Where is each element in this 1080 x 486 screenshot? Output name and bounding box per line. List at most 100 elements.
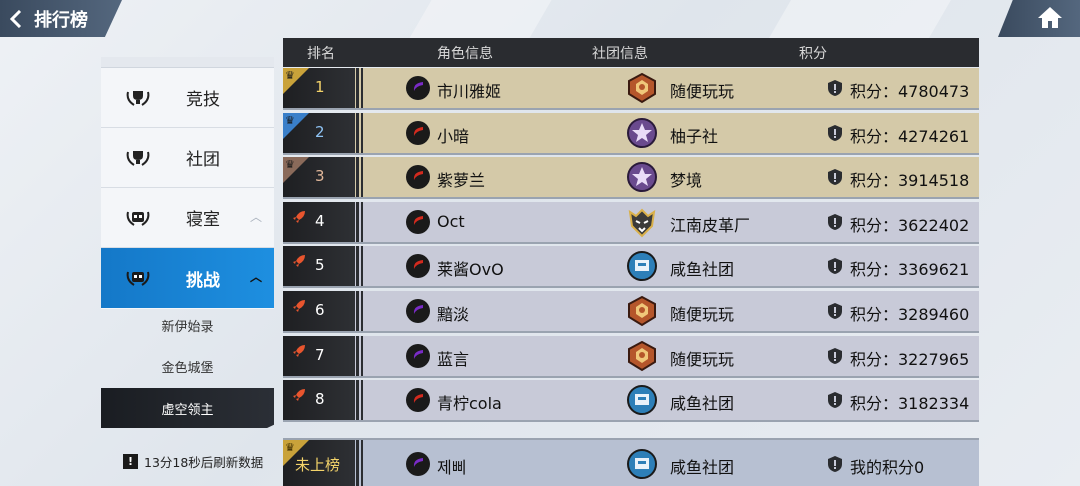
club-name: 咸鱼社团 [670, 394, 735, 414]
laurel-trophy-icon [123, 147, 153, 169]
score-shield-icon [826, 79, 844, 97]
chevron-up-icon: ︿ [249, 210, 262, 224]
rank-cell: ♛ 1 [283, 68, 363, 108]
column-header-character: 角色信息 [437, 46, 493, 62]
rank-divider [356, 291, 359, 331]
rank-number: 5 [315, 256, 325, 275]
character-name: 小暗 [437, 126, 470, 146]
rocket-icon [291, 253, 307, 273]
character-name: 제삐 [437, 458, 467, 477]
rank-divider [361, 440, 363, 486]
rank-cell: ♛ 2 [283, 112, 363, 153]
back-button[interactable]: 排行榜 [0, 0, 122, 37]
club-emblem-icon [626, 448, 658, 480]
menu-item-club[interactable]: 社团 [101, 128, 274, 188]
table-header: 排名 角色信息 社团信息 积分 [283, 38, 979, 67]
character-name: 莱酱OvO [437, 260, 504, 280]
menu-item-arena[interactable]: 竞技 [101, 68, 274, 128]
club-emblem-icon [626, 161, 658, 193]
rank-cell: 8 [283, 380, 363, 421]
leaderboard-row[interactable]: 7 蓝言 随便玩玩 积分：3227965 [283, 335, 979, 378]
rank-cell: 4 [283, 201, 363, 242]
character-class-icon [406, 120, 430, 145]
club-name: 咸鱼社团 [670, 260, 735, 280]
character-name: 青柠cola [437, 394, 502, 414]
category-menu: 竞技 社团 寝室 ︿ 挑战 ︿ [101, 57, 274, 309]
score-text: 我的积分0 [850, 458, 925, 477]
submenu-item-golden-castle[interactable]: 金色城堡 [101, 346, 274, 386]
leaderboard-row[interactable]: ♛ 1 市川雅姬 随便玩玩 积分：4780473 [283, 68, 979, 110]
menu-top-edge [101, 57, 274, 68]
character-name: Oct [437, 211, 465, 231]
rank-number: 2 [315, 122, 325, 141]
score-text: 积分：3914518 [850, 171, 970, 191]
my-rank-row[interactable]: ♛ 未上榜 제삐 咸鱼社团 我的积分0 [283, 438, 979, 486]
rank-divider [361, 380, 363, 421]
score-text: 积分：4780473 [850, 82, 970, 101]
menu-item-label: 挑战 [186, 270, 220, 291]
leaderboard-row[interactable]: 8 青柠cola 咸鱼社团 积分：3182334 [283, 380, 979, 423]
crown-icon: ♛ [285, 113, 295, 127]
rank-cell: 5 [283, 246, 363, 287]
club-emblem-icon [626, 72, 658, 104]
score-shield-icon [826, 455, 844, 473]
laurel-building-icon [123, 267, 153, 289]
rank-label: 未上榜 [295, 456, 341, 474]
rank-divider [356, 68, 359, 108]
exclamation-icon: ! [123, 454, 138, 469]
club-name: 江南皮革厂 [670, 215, 751, 235]
leaderboard-row[interactable]: 4 Oct 江南皮革厂 积分：3622402 [283, 201, 979, 244]
menu-item-challenge[interactable]: 挑战 ︿ [101, 248, 274, 308]
chevron-up-icon: ︿ [249, 270, 262, 284]
rank-number: 4 [315, 211, 325, 230]
rank-divider [356, 201, 359, 242]
club-name: 随便玩玩 [670, 349, 735, 369]
home-icon [1036, 5, 1064, 33]
leaderboard-row[interactable]: 6 黯淡 随便玩玩 积分：3289460 [283, 291, 979, 333]
club-emblem-icon [626, 295, 658, 327]
menu-item-label: 社团 [186, 150, 220, 170]
score-text: 积分：3369621 [850, 260, 970, 280]
character-class-icon [406, 254, 430, 279]
rank-divider [356, 440, 359, 486]
leaderboard-row[interactable]: 5 莱酱OvO 咸鱼社团 积分：3369621 [283, 246, 979, 289]
rank-divider [361, 201, 363, 242]
leaderboard-row[interactable]: ♛ 3 紫萝兰 梦境 积分：3914518 [283, 157, 979, 200]
rank-number: 3 [315, 167, 325, 186]
rank-cell: ♛ 未上榜 [283, 440, 363, 486]
crown-icon: ♛ [285, 158, 295, 172]
character-class-icon [406, 343, 430, 368]
rank-divider [361, 335, 363, 376]
submenu-label: 虚空领主 [161, 402, 214, 418]
character-name: 紫萝兰 [437, 171, 486, 191]
club-name: 咸鱼社团 [670, 458, 735, 477]
home-button[interactable] [998, 0, 1080, 37]
character-class-icon [406, 76, 430, 100]
club-emblem-icon [626, 206, 658, 238]
rank-cell: 7 [283, 335, 363, 376]
crown-icon: ♛ [285, 69, 295, 82]
rank-divider [356, 157, 359, 198]
refresh-note-text: 13分18秒后刷新数据 [144, 455, 264, 470]
background-shard [408, 0, 552, 40]
score-text: 积分：3289460 [850, 305, 970, 324]
rocket-icon [291, 343, 307, 363]
club-emblem-icon [626, 250, 658, 282]
club-name: 随便玩玩 [670, 305, 735, 324]
character-name: 黯淡 [437, 305, 470, 324]
rank-divider [361, 112, 363, 153]
score-text: 积分：3227965 [850, 349, 970, 369]
page-title: 排行榜 [34, 9, 88, 31]
score-shield-icon [826, 257, 844, 275]
leaderboard-row[interactable]: ♛ 2 小暗 柚子社 积分：4274261 [283, 112, 979, 155]
submenu-item-xinyi[interactable]: 新伊始录 [101, 305, 274, 345]
rank-number: 6 [315, 301, 325, 319]
score-shield-icon [826, 391, 844, 409]
rank-divider [361, 157, 363, 198]
menu-item-dorm[interactable]: 寝室 ︿ [101, 188, 274, 248]
submenu-item-void-lord[interactable]: 虚空领主 [101, 388, 274, 428]
chevron-left-icon [8, 9, 24, 29]
laurel-trophy-icon [123, 87, 153, 109]
background-shard [769, 0, 951, 38]
score-text: 积分：3182334 [850, 394, 970, 414]
